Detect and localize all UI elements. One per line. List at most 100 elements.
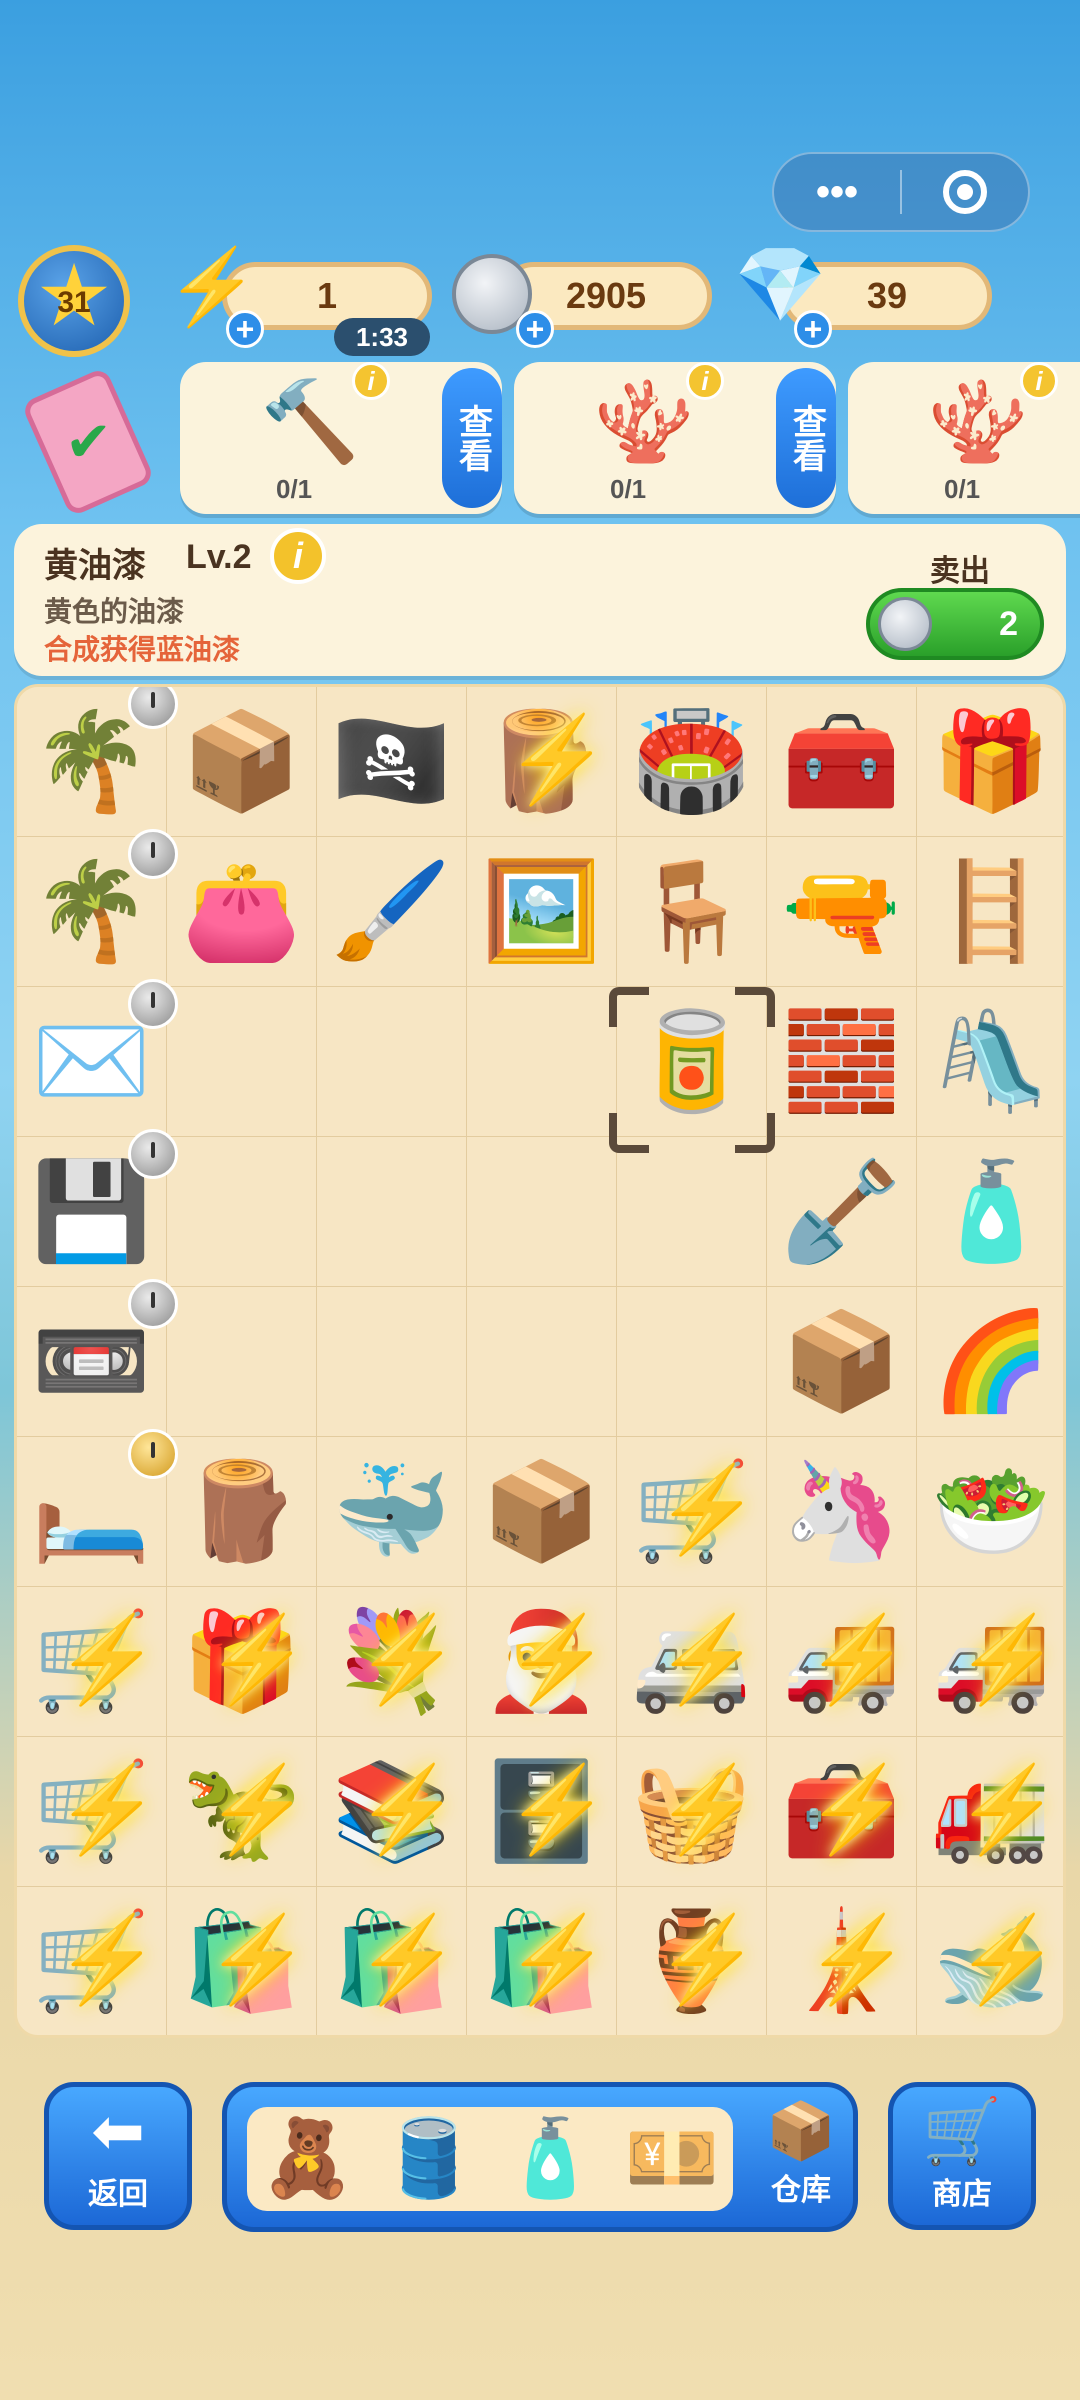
add-gems-button[interactable]: + [794,310,832,348]
board-item[interactable]: ✉️ [17,979,178,1137]
order-card[interactable]: 🔨 i 0/1 查看 [180,362,502,514]
inventory-item[interactable]: 💴 [625,2121,720,2197]
empty-cell[interactable] [167,987,317,1137]
empty-cell[interactable] [317,1137,467,1287]
board-item[interactable]: 📦 [767,1287,917,1437]
board-item[interactable]: 🛒 ⚡ [17,1737,167,1887]
board-item[interactable]: 🛒 ⚡ [17,1887,167,2035]
board-item[interactable]: 🏺 ⚡ [617,1887,767,2035]
back-label: 返回 [88,2178,148,2211]
storage-button[interactable]: 📦 仓库 [751,2103,851,2209]
task-phone-button[interactable]: ✔ [14,366,164,518]
item-glyph: 🌴 [31,707,152,815]
board-item[interactable]: 🚚 ⚡ [767,1587,917,1737]
board-item[interactable]: 🛏️ [17,1429,178,1587]
add-coins-button[interactable]: + [516,310,554,348]
board-item[interactable]: 💾 [17,1129,178,1287]
board-item[interactable]: 🚐 ⚡ [617,1587,767,1737]
item-glyph: 🪵 [181,1457,302,1565]
board-item[interactable]: 🛍️ ⚡ [317,1887,467,2035]
more-menu-button[interactable]: ••• [774,154,900,230]
board-item[interactable]: 👛 [167,837,317,987]
shop-button[interactable]: 🛒 商店 [888,2082,1036,2230]
board-item[interactable]: 📦 [167,687,317,837]
board-item[interactable]: 💐 ⚡ [317,1587,467,1737]
board-item[interactable]: 🔫 [767,837,917,987]
board-item[interactable]: 🪵 ⚡ [467,687,617,837]
board-item[interactable]: 🎅 ⚡ [467,1587,617,1737]
item-glyph: 🥗 [931,1457,1052,1565]
board-item[interactable]: 🎁 ⚡ [167,1587,317,1737]
board-item[interactable]: 🧺 ⚡ [617,1737,767,1887]
board-item[interactable]: 🌈 [917,1287,1063,1437]
shop-label: 商店 [932,2178,992,2211]
energy-bolt-icon: ⚡ [55,1912,160,2006]
board-item[interactable]: 🧱 [767,987,917,1137]
board-item[interactable]: 🪏 [767,1137,917,1287]
board-item[interactable]: 🏟️ [617,687,767,837]
board-item[interactable]: 🦄 [767,1437,917,1587]
gem-value: 39 [866,275,908,316]
item-glyph: 🔫 [781,857,902,965]
board-item[interactable]: 📼 [17,1279,178,1437]
inventory-item[interactable]: 🧴 [503,2121,598,2197]
order-card[interactable]: 🪸 i 0/1 查看 [514,362,836,514]
info-icon[interactable]: i [686,362,724,400]
board-item[interactable]: 📦 [467,1437,617,1587]
empty-cell[interactable] [617,1287,767,1437]
info-icon[interactable]: i [1020,362,1058,400]
board-item[interactable]: 🛍️ ⚡ [467,1887,617,2035]
empty-cell[interactable] [317,1287,467,1437]
board-item[interactable]: 🧰 [767,687,917,837]
inventory-tray[interactable]: 🧸 🛢️ 🧴 💴 [247,2107,733,2211]
board-item[interactable]: 🪑 [617,837,767,987]
inventory-item[interactable]: 🛢️ [382,2121,477,2197]
board-item[interactable]: 🗄️ ⚡ [467,1737,617,1887]
board-item[interactable]: 🛝 [917,987,1063,1137]
board-item[interactable]: 🎁 [917,687,1063,837]
board-item[interactable]: 🌴 [17,829,178,987]
board-item[interactable]: 🖌️ [317,837,467,987]
energy-bolt-icon: ⚡ [655,1912,760,2006]
close-program-button[interactable] [902,154,1028,230]
board-item[interactable]: 🖼️ [467,837,617,987]
add-energy-button[interactable]: + [226,310,264,348]
item-info-icon[interactable]: i [270,528,326,584]
empty-cell[interactable] [317,987,467,1137]
board-item[interactable]: 🐳 [317,1437,467,1587]
empty-cell[interactable] [467,987,617,1137]
board-item[interactable]: 🐋 ⚡ [917,1887,1063,2035]
inventory-bar[interactable]: 🧸 🛢️ 🧴 💴 📦 仓库 [222,2082,858,2232]
info-icon[interactable]: i [352,362,390,400]
board-item[interactable]: 🥗 [917,1437,1063,1587]
energy-bolt-icon: ⚡ [205,1912,310,2006]
board-item[interactable]: 🧴 [917,1137,1063,1287]
empty-cell[interactable] [167,1287,317,1437]
board-item[interactable]: 🥫 [617,987,767,1137]
back-button[interactable]: ⬅ 返回 [44,2082,192,2230]
board-item[interactable]: 🚛 ⚡ [917,1737,1063,1887]
inventory-item[interactable]: 🧸 [260,2121,355,2197]
empty-cell[interactable] [467,1287,617,1437]
board-item[interactable]: 🚚 ⚡ [917,1587,1063,1737]
board-item[interactable]: 📚 ⚡ [317,1737,467,1887]
board-item[interactable]: 🗼 ⚡ [767,1887,917,2035]
view-order-button[interactable]: 查看 [776,368,836,508]
board-item[interactable]: 🛍️ ⚡ [167,1887,317,2035]
sell-button[interactable]: 2 [866,588,1044,660]
empty-cell[interactable] [467,1137,617,1287]
empty-cell[interactable] [617,1137,767,1287]
board-item[interactable]: 🦖 ⚡ [167,1737,317,1887]
player-level-badge[interactable]: ★ 31 [18,245,130,357]
board-item[interactable]: 🪵 [167,1437,317,1587]
board-item[interactable]: 🛒 ⚡ [617,1437,767,1587]
view-order-button[interactable]: 查看 [442,368,502,508]
board-item[interactable]: 🛒 ⚡ [17,1587,167,1737]
board-item[interactable]: 🏴‍☠️ [317,687,467,837]
board-item[interactable]: 🪜 [917,837,1063,987]
back-arrow-icon: ⬅ [91,2095,145,2167]
empty-cell[interactable] [167,1137,317,1287]
board-item[interactable]: 🌴 [17,687,178,837]
order-card[interactable]: 🪸 i 0/1 [848,362,1080,514]
board-item[interactable]: 🧰 ⚡ [767,1737,917,1887]
